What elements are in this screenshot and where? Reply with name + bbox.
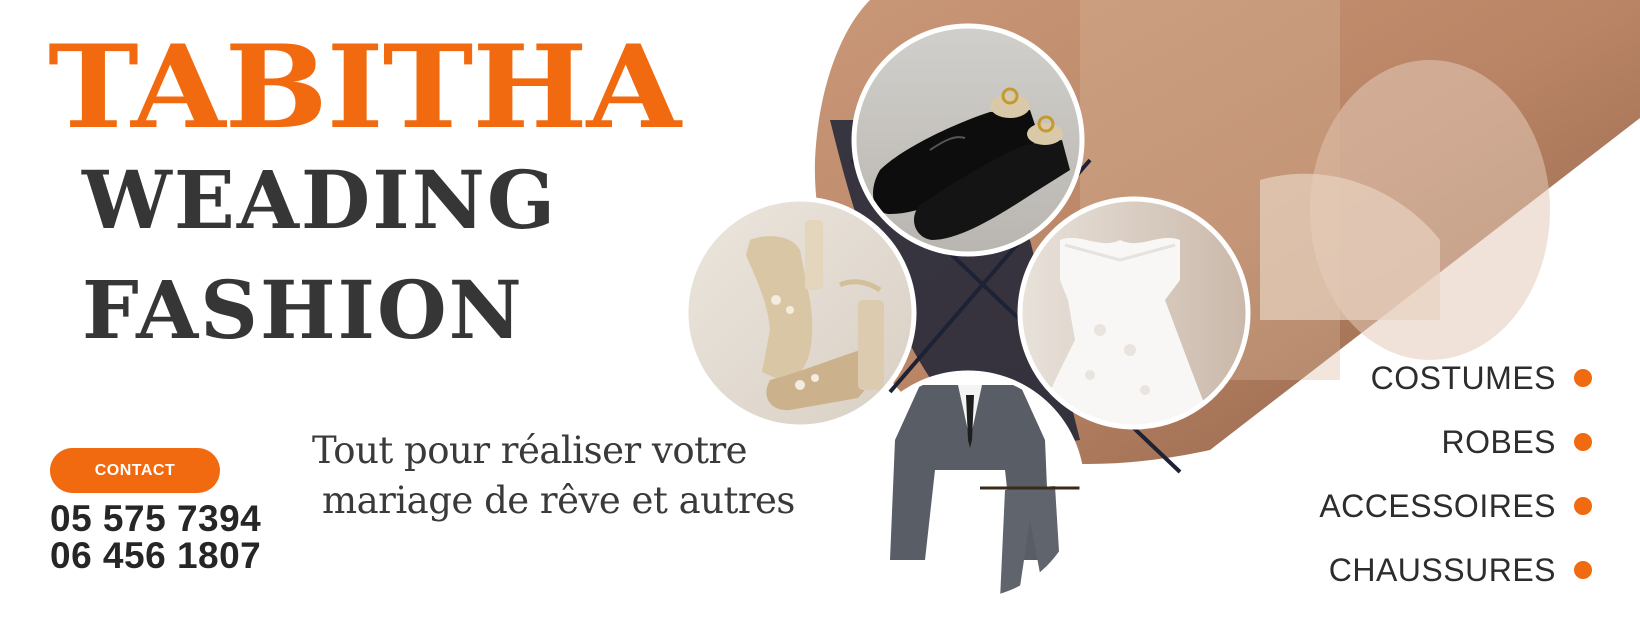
service-label: ACCESSOIRES: [1319, 487, 1556, 524]
service-item-chaussures: CHAUSSURES: [1262, 538, 1592, 602]
bullet-dot-icon: [1574, 369, 1592, 387]
banner: TABITHA WEADING FASHION CONTACT 05 575 7…: [0, 0, 1640, 624]
service-label: ROBES: [1441, 423, 1556, 460]
services-list: COSTUMES ROBES ACCESSOIRES CHAUSSURES: [1262, 346, 1592, 602]
bullet-dot-icon: [1574, 561, 1592, 579]
service-item-robes: ROBES: [1262, 410, 1592, 474]
bullet-dot-icon: [1574, 497, 1592, 515]
service-item-costumes: COSTUMES: [1262, 346, 1592, 410]
tagline-line-2: mariage de rêve et autres: [322, 479, 795, 522]
brand-line-fashion: FASHION: [82, 263, 524, 357]
service-label: COSTUMES: [1370, 359, 1556, 396]
brand-name: TABITHA: [48, 20, 681, 154]
bullet-dot-icon: [1574, 433, 1592, 451]
phone-number-1[interactable]: 05 575 7394: [50, 500, 261, 537]
phone-number-2[interactable]: 06 456 1807: [50, 537, 261, 574]
tagline-line-1: Tout pour réaliser votre: [312, 429, 748, 472]
service-item-accessoires: ACCESSOIRES: [1262, 474, 1592, 538]
brand-line-weading: WEADING: [82, 153, 558, 247]
service-label: CHAUSSURES: [1328, 551, 1556, 588]
contact-button[interactable]: CONTACT: [50, 448, 220, 493]
tagline: Tout pour réaliser votre mariage de rêve…: [312, 426, 795, 526]
